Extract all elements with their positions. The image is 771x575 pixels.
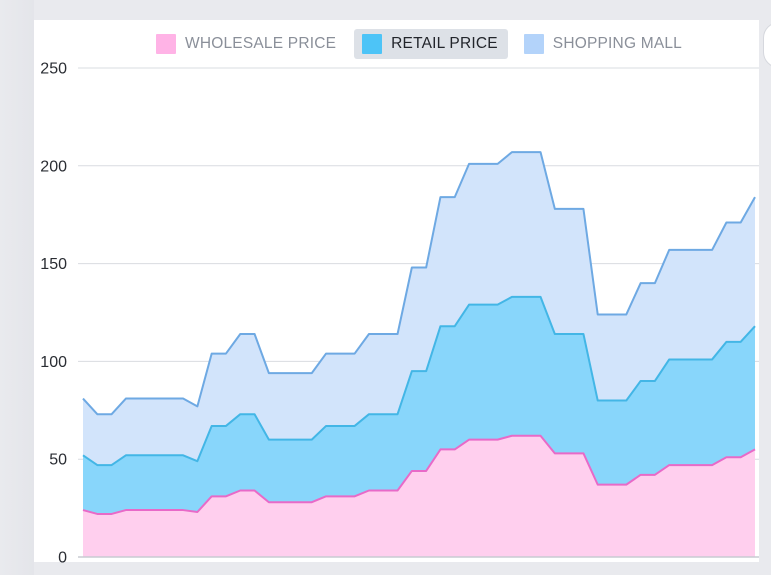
chart-legend: WHOLESALE PRICE RETAIL PRICE SHOPPING MA… xyxy=(148,29,692,59)
y-tick-label: 100 xyxy=(40,354,67,371)
legend-label-shopping-mall: SHOPPING MALL xyxy=(552,35,682,52)
y-axis-ticks: 0 50 100 150 200 250 xyxy=(40,61,67,567)
legend-swatch-shopping-mall xyxy=(523,34,544,54)
legend-item-shopping-mall[interactable]: SHOPPING MALL xyxy=(516,29,692,59)
legend-item-retail-price[interactable]: RETAIL PRICE xyxy=(354,29,508,59)
y-tick-label: 200 xyxy=(40,158,67,175)
y-tick-label: 150 xyxy=(40,256,67,273)
area-chart: 0 50 100 150 200 250 xyxy=(40,61,759,567)
legend-item-wholesale-price[interactable]: WHOLESALE PRICE xyxy=(148,29,346,59)
legend-label-wholesale-price: WHOLESALE PRICE xyxy=(185,35,337,52)
legend-label-retail-price: RETAIL PRICE xyxy=(391,35,498,52)
series-areas xyxy=(83,152,755,557)
y-tick-label: 250 xyxy=(40,61,67,78)
y-tick-label: 0 xyxy=(58,550,67,567)
legend-swatch-wholesale-price xyxy=(156,34,176,54)
y-tick-label: 50 xyxy=(49,452,67,469)
legend-swatch-retail-price xyxy=(362,34,383,54)
